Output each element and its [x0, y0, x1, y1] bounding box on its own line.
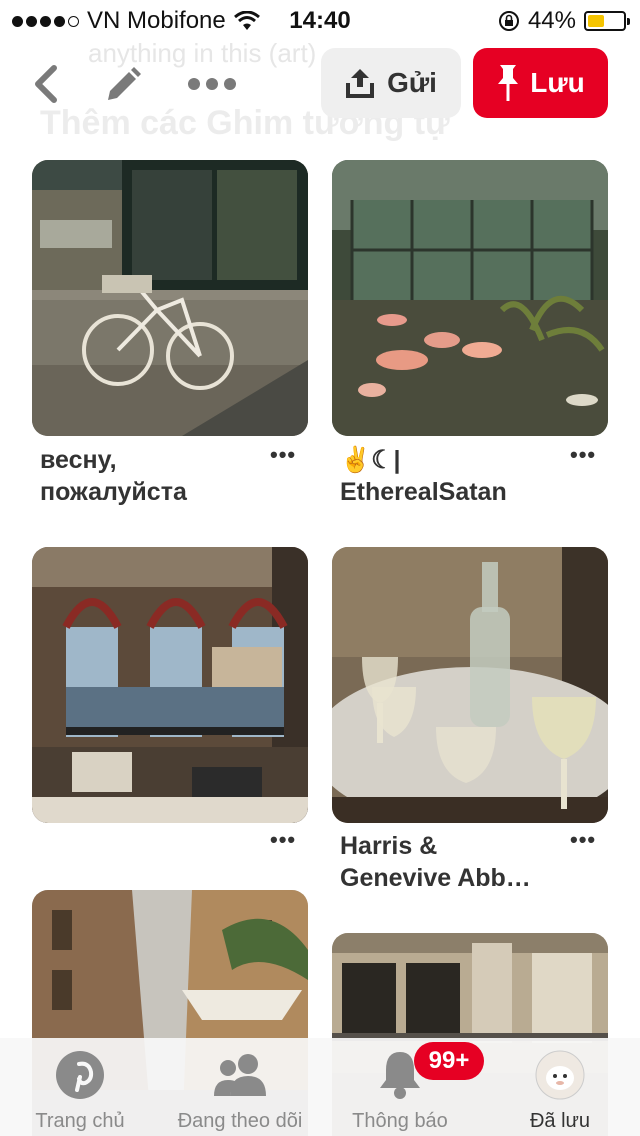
status-bar: VN Mobifone 14:40 44%	[0, 0, 640, 40]
save-button[interactable]: Lưu	[473, 48, 608, 118]
battery-percent: 44%	[527, 7, 576, 34]
send-label: Gửi	[387, 67, 437, 98]
bottom-navigation: Trang chủ Đang theo dõi Thông báo Đã lưu	[0, 1038, 640, 1136]
nav-following-label: Đang theo dõi	[177, 1110, 303, 1132]
battery-icon	[584, 11, 630, 31]
window-view-image	[32, 547, 308, 823]
orientation-lock-icon	[498, 11, 519, 31]
share-upload-icon	[346, 69, 375, 98]
nav-home-label: Trang chủ	[35, 1110, 125, 1132]
nav-notifications-label: Thông báo	[352, 1110, 448, 1132]
nav-saved[interactable]: Đã lưu	[500, 1038, 620, 1136]
send-button[interactable]: Gửi	[321, 48, 461, 118]
notification-count-badge: 99+	[414, 1042, 484, 1080]
people-icon	[214, 1054, 266, 1096]
pencil-icon[interactable]	[100, 64, 144, 108]
pinterest-logo-icon	[56, 1051, 104, 1099]
save-label: Lưu	[530, 67, 585, 98]
avatar	[535, 1050, 585, 1100]
pin-title: Harris & Genevive Abb…	[340, 832, 531, 892]
flamingo-greenhouse-image	[332, 160, 608, 436]
pin-image[interactable]	[332, 547, 608, 823]
pin-image[interactable]	[32, 160, 308, 436]
ellipsis-icon[interactable]	[186, 72, 238, 96]
chevron-left-icon[interactable]	[28, 62, 64, 106]
pin-image[interactable]	[332, 160, 608, 436]
pin-image[interactable]	[32, 547, 308, 823]
pin-more-icon[interactable]: •••	[570, 442, 596, 468]
pin-title: ✌☾| EtherealSatan	[340, 446, 507, 506]
pin-more-icon[interactable]: •••	[570, 827, 596, 853]
wine-glasses-image	[332, 547, 608, 823]
nav-saved-label: Đã lưu	[529, 1110, 591, 1132]
status-right: 44%	[498, 7, 630, 35]
pin-title: весну, пожалуйста	[40, 446, 187, 506]
nav-home[interactable]: Trang chủ	[20, 1038, 140, 1136]
pin-more-icon[interactable]: •••	[270, 827, 296, 853]
pin-more-icon[interactable]: •••	[270, 442, 296, 468]
bookstore-image	[32, 160, 308, 436]
nav-following[interactable]: Đang theo dõi	[160, 1038, 320, 1136]
pin-icon	[498, 65, 519, 101]
